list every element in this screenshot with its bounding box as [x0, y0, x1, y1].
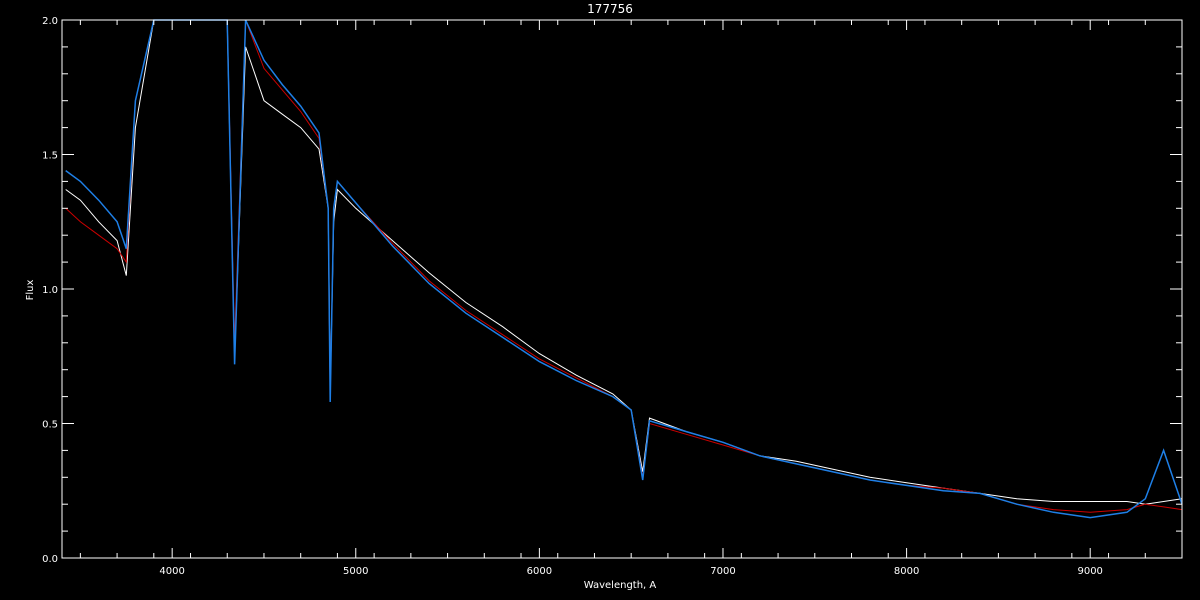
- chart-background: [0, 0, 1200, 600]
- y-tick-label-1: 0.5: [42, 420, 58, 431]
- x-tick-label-5000: 5000: [343, 566, 368, 577]
- spectrum-chart: 177756 4000 5000 6000 7000 8000 9000 0.0 0.5 1.…: [0, 0, 1200, 600]
- x-tick-label-9000: 9000: [1077, 566, 1102, 577]
- y-tick-label-2: 1.0: [42, 285, 58, 296]
- x-tick-label-6000: 6000: [527, 566, 552, 577]
- chart-title: 177756: [587, 2, 633, 16]
- y-axis-title: Flux: [25, 280, 36, 301]
- x-tick-label-4000: 4000: [159, 566, 184, 577]
- x-tick-label-7000: 7000: [710, 566, 735, 577]
- x-axis-title: Wavelength, A: [584, 580, 657, 591]
- y-tick-label-4: 2.0: [42, 16, 58, 27]
- y-tick-label-3: 1.5: [42, 151, 58, 162]
- y-tick-label-0: 0.0: [42, 554, 58, 565]
- x-tick-label-8000: 8000: [894, 566, 919, 577]
